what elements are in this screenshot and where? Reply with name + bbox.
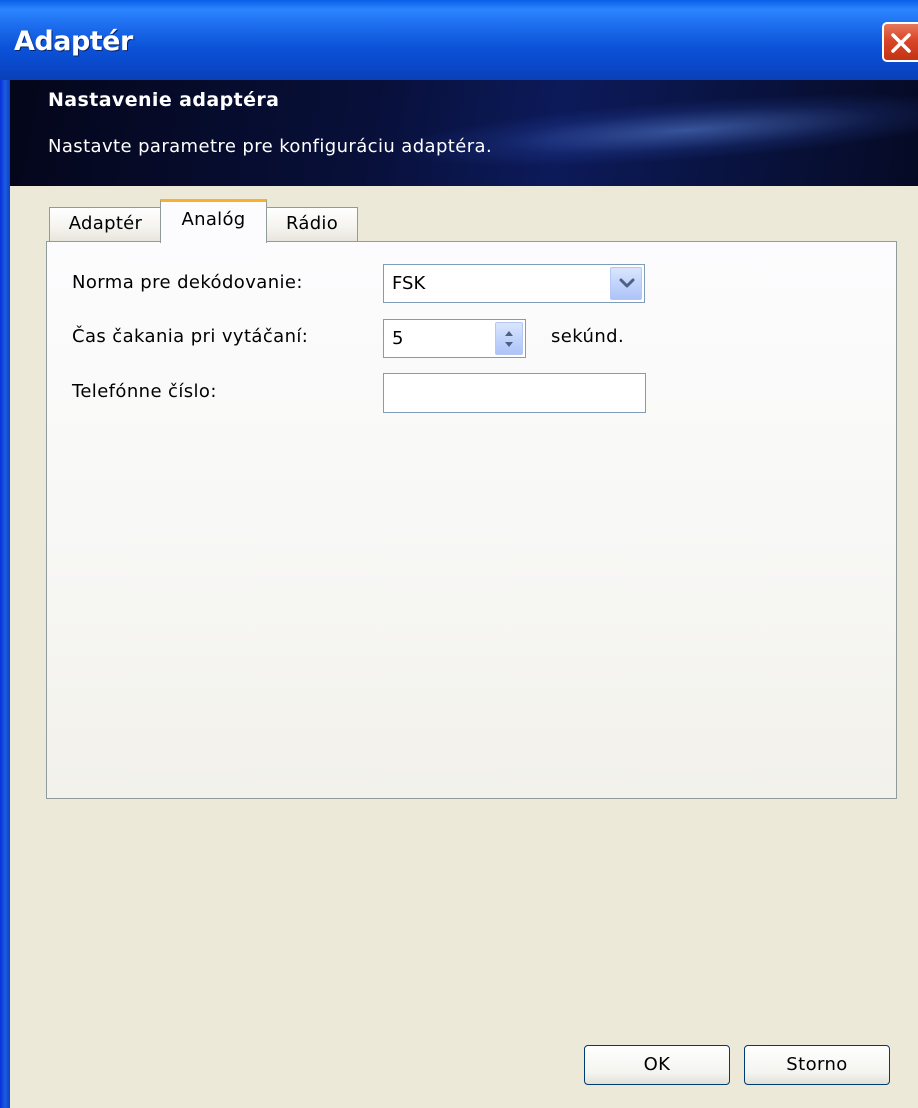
- title-bar[interactable]: Adaptér: [0, 0, 918, 80]
- wait-label: Čas čakania pri vytáčaní:: [72, 326, 309, 347]
- header-banner: Nastavenie adaptéra Nastavte parametre p…: [10, 80, 918, 186]
- window-title: Adaptér: [14, 26, 133, 57]
- decoding-dropdown-button[interactable]: [610, 267, 642, 300]
- tab-analog[interactable]: Analóg: [160, 199, 267, 243]
- chevron-down-icon: [619, 278, 635, 288]
- tab-radio[interactable]: Rádio: [266, 207, 358, 241]
- wait-unit-label: sekúnd.: [551, 326, 625, 347]
- tab-panel-analog: Norma pre dekódovanie: FSK Čas čakania p…: [46, 241, 897, 799]
- phone-number-input[interactable]: [383, 373, 646, 413]
- close-button[interactable]: [882, 22, 918, 62]
- decoding-select[interactable]: FSK: [383, 264, 645, 303]
- wait-time-stepper[interactable]: 5: [383, 319, 526, 358]
- spin-arrows-icon: [505, 331, 513, 347]
- decoding-label: Norma pre dekódovanie:: [72, 272, 303, 293]
- window-left-border: [0, 0, 10, 1108]
- close-icon: [891, 33, 911, 53]
- wait-time-value: 5: [392, 328, 404, 349]
- decoding-select-value: FSK: [392, 273, 426, 294]
- dialog-window: Adaptér Nastavenie adaptéra Nastavte par…: [0, 0, 918, 1108]
- cancel-button[interactable]: Storno: [744, 1045, 890, 1085]
- ok-button[interactable]: OK: [584, 1045, 730, 1085]
- banner-title: Nastavenie adaptéra: [48, 89, 280, 111]
- phone-label: Telefónne číslo:: [72, 381, 217, 402]
- banner-subtitle: Nastavte parametre pre konfiguráciu adap…: [48, 136, 493, 157]
- tab-adapter[interactable]: Adaptér: [49, 207, 162, 241]
- wait-time-spin-button[interactable]: [495, 322, 523, 355]
